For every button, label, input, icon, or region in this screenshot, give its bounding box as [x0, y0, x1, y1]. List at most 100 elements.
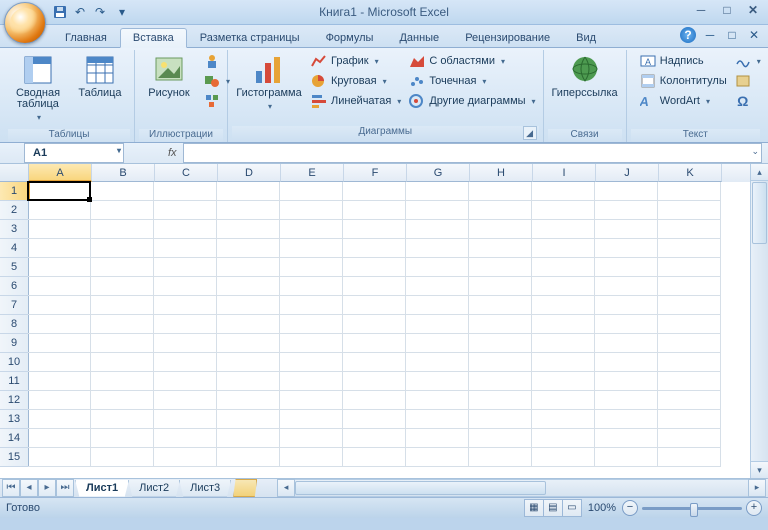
help-icon[interactable]: ? [680, 27, 696, 43]
name-box[interactable]: A1▾ [24, 143, 124, 163]
cell[interactable] [280, 391, 343, 410]
cell[interactable] [532, 315, 595, 334]
symbol-button[interactable]: Ω [732, 92, 754, 110]
cell[interactable] [406, 410, 469, 429]
cell[interactable] [280, 353, 343, 372]
picture-button[interactable]: Рисунок [139, 52, 199, 101]
zoom-in-button[interactable]: + [746, 500, 762, 516]
cell[interactable] [28, 277, 91, 296]
cell[interactable] [406, 182, 469, 201]
area-chart-button[interactable]: С областями▾ [406, 52, 538, 70]
cell[interactable] [217, 201, 280, 220]
sheet-tab[interactable]: Лист1 [75, 480, 129, 497]
zoom-slider[interactable] [642, 507, 742, 510]
cell[interactable] [532, 296, 595, 315]
cell[interactable] [91, 201, 154, 220]
cell[interactable] [595, 410, 658, 429]
cell[interactable] [469, 277, 532, 296]
row-header[interactable]: 8 [0, 315, 29, 334]
cell[interactable] [28, 315, 91, 334]
view-pagebreak-button[interactable]: ▭ [562, 499, 582, 517]
cell[interactable] [91, 182, 154, 201]
cell[interactable] [343, 296, 406, 315]
cell[interactable] [595, 429, 658, 448]
pie-chart-button[interactable]: Круговая▾ [308, 72, 404, 90]
cell[interactable] [91, 277, 154, 296]
ribbon-tab-5[interactable]: Рецензирование [452, 28, 563, 47]
cell[interactable] [28, 182, 91, 201]
cell[interactable] [343, 258, 406, 277]
cell[interactable] [343, 448, 406, 467]
cell[interactable] [658, 334, 721, 353]
cell[interactable] [154, 201, 217, 220]
cell[interactable] [406, 277, 469, 296]
new-sheet-button[interactable] [233, 479, 257, 497]
cell[interactable] [595, 315, 658, 334]
cell[interactable] [658, 448, 721, 467]
cell[interactable] [217, 315, 280, 334]
office-button[interactable] [4, 2, 46, 44]
cell[interactable] [217, 372, 280, 391]
cell[interactable] [532, 239, 595, 258]
cell[interactable] [658, 391, 721, 410]
cell[interactable] [154, 410, 217, 429]
cell[interactable] [217, 239, 280, 258]
cell[interactable] [91, 372, 154, 391]
cell[interactable] [595, 296, 658, 315]
horizontal-scrollbar-thumb[interactable] [295, 481, 546, 495]
cell[interactable] [406, 334, 469, 353]
cell[interactable] [154, 277, 217, 296]
cell[interactable] [658, 277, 721, 296]
ribbon-tab-0[interactable]: Главная [52, 28, 120, 47]
cell[interactable] [28, 429, 91, 448]
cell[interactable] [280, 201, 343, 220]
cell[interactable] [532, 277, 595, 296]
bar-chart-button[interactable]: Линейчатая▾ [308, 92, 404, 110]
horizontal-scrollbar-track[interactable] [295, 479, 748, 497]
cell[interactable] [532, 220, 595, 239]
cell[interactable] [280, 296, 343, 315]
column-header[interactable]: B [92, 164, 155, 182]
row-header[interactable]: 6 [0, 277, 29, 296]
scroll-up-button[interactable]: ▴ [751, 164, 768, 181]
chevron-down-icon[interactable]: ▾ [117, 146, 121, 155]
cell[interactable] [154, 353, 217, 372]
cell[interactable] [280, 410, 343, 429]
ribbon-tab-1[interactable]: Вставка [120, 28, 187, 48]
cell[interactable] [217, 220, 280, 239]
cell[interactable] [28, 391, 91, 410]
cell[interactable] [658, 182, 721, 201]
cell[interactable] [280, 334, 343, 353]
header-footer-button[interactable]: Колонтитулы [637, 72, 730, 90]
cell[interactable] [406, 315, 469, 334]
cell[interactable] [280, 448, 343, 467]
cell[interactable] [28, 372, 91, 391]
view-layout-button[interactable]: ▤ [543, 499, 563, 517]
cell[interactable] [28, 334, 91, 353]
object-button[interactable] [732, 72, 754, 90]
charts-dialog-launcher[interactable]: ◢ [523, 126, 537, 140]
sheet-nav-prev[interactable]: ◂ [20, 479, 38, 497]
fx-icon[interactable]: fx [168, 147, 177, 159]
cell[interactable] [532, 258, 595, 277]
row-header[interactable]: 9 [0, 334, 29, 353]
column-header[interactable]: J [596, 164, 659, 182]
undo-icon[interactable]: ↶ [72, 4, 88, 20]
ribbon-restore-button[interactable]: □ [724, 27, 740, 43]
cell[interactable] [532, 353, 595, 372]
cell[interactable] [217, 448, 280, 467]
cell[interactable] [217, 410, 280, 429]
cell[interactable] [406, 258, 469, 277]
cell[interactable] [595, 258, 658, 277]
cell[interactable] [343, 429, 406, 448]
column-header[interactable]: E [281, 164, 344, 182]
cell[interactable] [280, 277, 343, 296]
cell[interactable] [595, 353, 658, 372]
cell[interactable] [91, 220, 154, 239]
sheet-tab[interactable]: Лист2 [128, 480, 180, 497]
cell[interactable] [343, 334, 406, 353]
cell[interactable] [595, 372, 658, 391]
cell[interactable] [91, 296, 154, 315]
cell[interactable] [406, 429, 469, 448]
cell[interactable] [343, 182, 406, 201]
